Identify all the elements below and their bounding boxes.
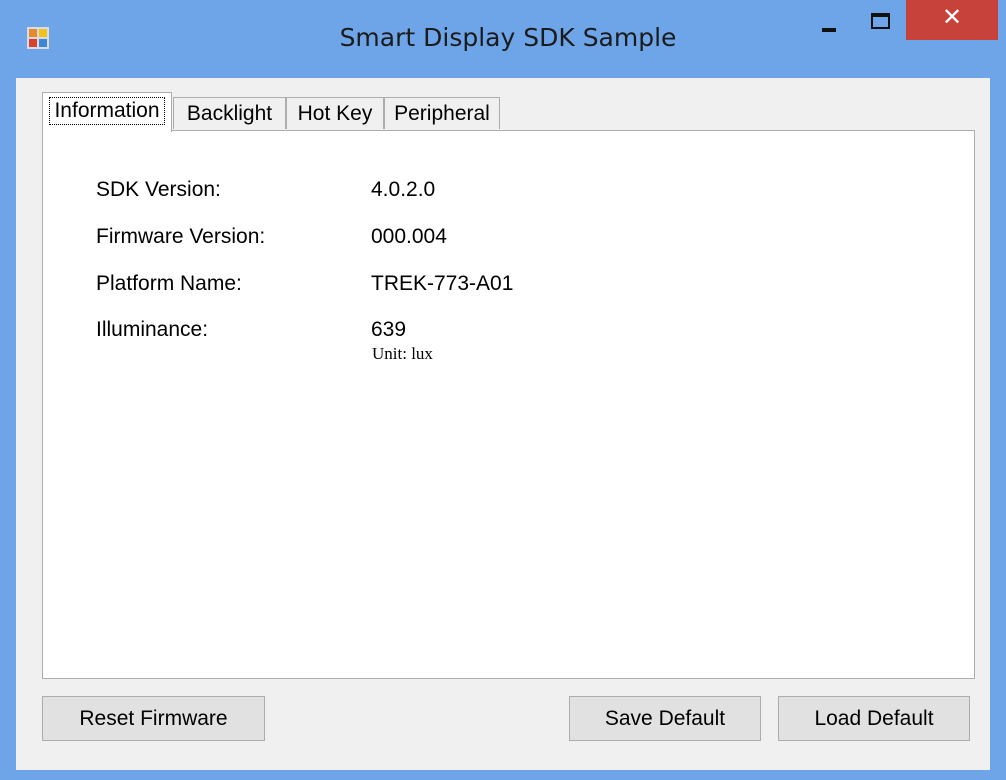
tab-backlight[interactable]: Backlight — [173, 97, 286, 129]
tab-information-label: Information — [49, 97, 165, 125]
tab-hot-key[interactable]: Hot Key — [286, 97, 384, 129]
tab-backlight-label: Backlight — [186, 102, 273, 125]
tab-hot-key-label: Hot Key — [297, 102, 373, 125]
firmware-version-label: Firmware Version: — [96, 225, 266, 248]
illuminance-value: 639 — [371, 318, 407, 341]
minimize-button[interactable] — [800, 0, 856, 40]
information-panel: SDK Version: 4.0.2.0 Firmware Version: 0… — [42, 130, 975, 679]
maximize-icon — [871, 13, 890, 29]
tab-information[interactable]: Information — [42, 92, 172, 132]
minimize-icon — [822, 28, 836, 32]
sdk-version-value: 4.0.2.0 — [371, 178, 436, 201]
tab-peripheral[interactable]: Peripheral — [384, 97, 500, 129]
title-bar[interactable]: Smart Display SDK Sample ✕ — [0, 0, 1006, 78]
sdk-version-label: SDK Version: — [96, 178, 221, 201]
load-default-button[interactable]: Load Default — [778, 696, 970, 741]
illuminance-unit: Unit: lux — [372, 344, 433, 363]
firmware-version-value: 000.004 — [371, 225, 447, 248]
maximize-button[interactable] — [856, 0, 906, 40]
main-window: Smart Display SDK Sample ✕ Information B… — [0, 0, 1006, 780]
save-default-button[interactable]: Save Default — [569, 696, 761, 741]
platform-name-value: TREK-773-A01 — [371, 272, 514, 295]
reset-firmware-button[interactable]: Reset Firmware — [42, 696, 265, 741]
illuminance-label: Illuminance: — [96, 318, 209, 341]
close-icon: ✕ — [941, 3, 963, 31]
tab-peripheral-label: Peripheral — [394, 102, 490, 125]
client-area: Information Backlight Hot Key Peripheral… — [16, 78, 990, 770]
platform-name-label: Platform Name: — [96, 272, 242, 295]
close-button[interactable]: ✕ — [906, 0, 998, 40]
